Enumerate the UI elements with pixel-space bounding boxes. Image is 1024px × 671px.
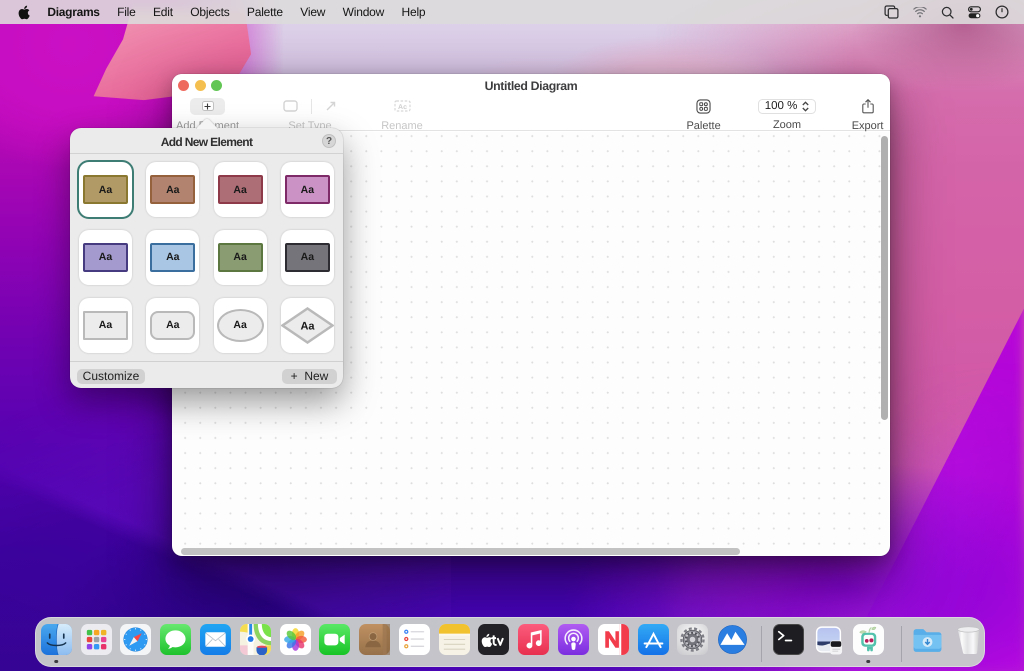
svg-text:Aa: Aa (300, 320, 315, 332)
svg-text:Ac: Ac (398, 104, 407, 111)
